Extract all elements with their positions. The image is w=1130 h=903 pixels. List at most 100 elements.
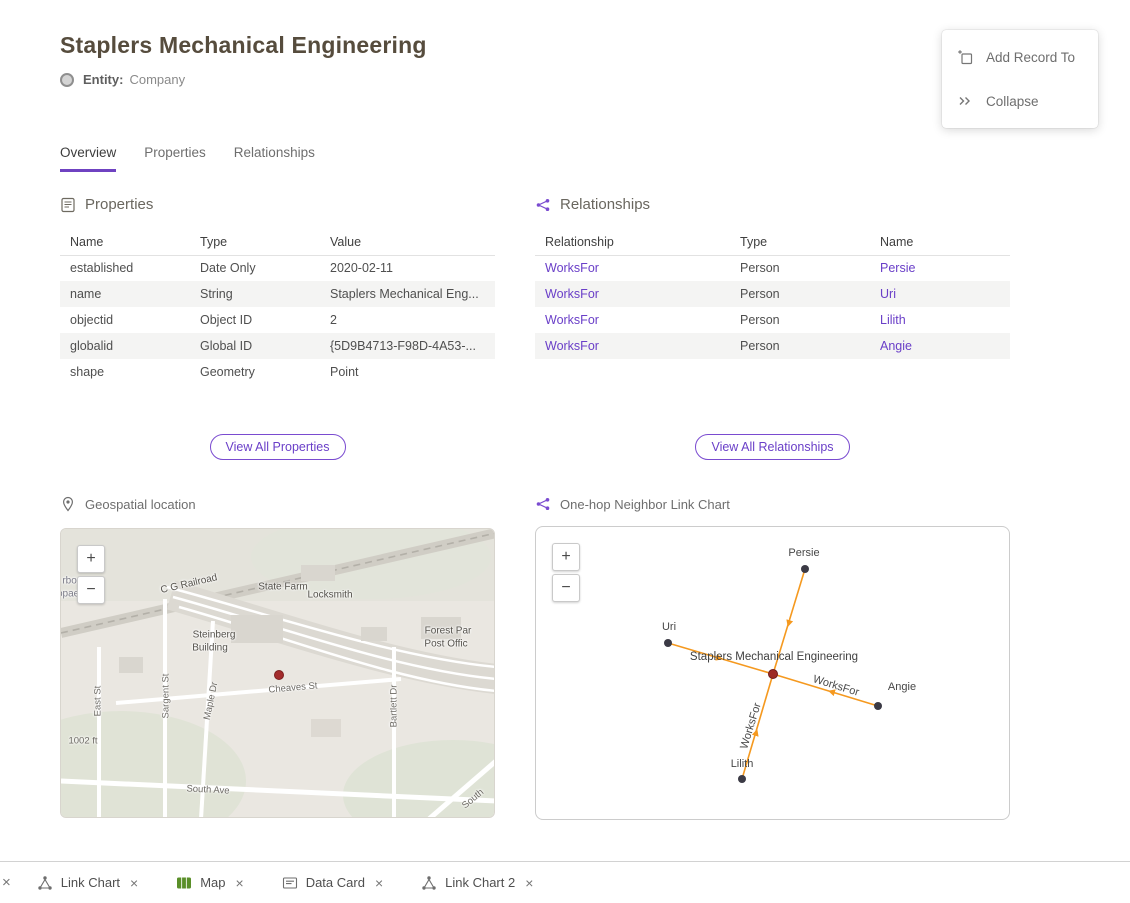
add-record-icon [957, 49, 973, 65]
view-all-properties-button[interactable]: View All Properties [210, 434, 346, 460]
collapse-icon [957, 93, 973, 109]
bottom-tab-link-chart-2[interactable]: Link Chart 2 × [421, 875, 535, 891]
entity-link[interactable]: Uri [880, 287, 896, 301]
section-title: One-hop Neighbor Link Chart [560, 497, 730, 512]
map-label: Locksmith [307, 590, 352, 601]
prop-name: objectid [60, 307, 190, 333]
col-header-name: Name [870, 229, 1010, 255]
close-icon[interactable]: × [234, 875, 246, 891]
bottom-tab-link-chart[interactable]: Link Chart × [37, 875, 140, 891]
table-header-row: Name Type Value [60, 229, 495, 255]
link-chart-zoom-controls: + − [552, 543, 580, 602]
relationships-section-header: Relationships [535, 196, 650, 213]
close-icon[interactable]: × [373, 875, 385, 891]
prop-type: Global ID [190, 333, 320, 359]
prop-type: Object ID [190, 307, 320, 333]
map-canvas[interactable] [61, 529, 495, 818]
table-row: WorksFor Person Angie [535, 333, 1010, 359]
tab-relationships[interactable]: Relationships [234, 145, 315, 172]
rel-type: Person [730, 281, 870, 307]
one-hop-section-header: One-hop Neighbor Link Chart [535, 496, 730, 512]
node-label: Persie [788, 547, 819, 559]
prop-name: globalid [60, 333, 190, 359]
properties-section-header: Properties [60, 196, 153, 213]
entity-label: Entity: [83, 72, 123, 87]
bottom-tab-data-card[interactable]: Data Card × [282, 875, 385, 891]
col-header-type: Type [730, 229, 870, 255]
col-header-name: Name [60, 229, 190, 255]
relationship-link[interactable]: WorksFor [545, 313, 599, 327]
bottom-tab-map[interactable]: Map × [176, 875, 245, 891]
table-row: established Date Only 2020-02-11 [60, 255, 495, 281]
prop-type: Geometry [190, 359, 320, 385]
map-label: South Ave [186, 783, 230, 796]
tab-label: Link Chart 2 [445, 875, 515, 890]
context-menu: Add Record To Collapse [942, 30, 1098, 128]
prop-value: Staplers Mechanical Eng... [320, 281, 495, 307]
col-header-relationship: Relationship [535, 229, 730, 255]
link-chart-icon [37, 875, 53, 891]
map-label: Sargent St [161, 674, 172, 719]
zoom-in-button[interactable]: + [552, 543, 580, 571]
prop-name: shape [60, 359, 190, 385]
card-tabs: Overview Properties Relationships [60, 145, 315, 172]
relationship-link[interactable]: WorksFor [545, 261, 599, 275]
map-view[interactable]: C G Railroad State Farm Locksmith Steinb… [60, 528, 495, 818]
close-icon[interactable]: × [128, 875, 140, 891]
menu-item-add-record-to[interactable]: Add Record To [942, 35, 1098, 79]
relationship-link[interactable]: WorksFor [545, 339, 599, 353]
link-chart-view[interactable]: Persie Uri Lilith Angie Staplers Mechani… [535, 526, 1010, 820]
prop-value: Point [320, 359, 495, 385]
rel-type: Person [730, 333, 870, 359]
map-label: Steinberg [193, 630, 236, 641]
node-persie[interactable] [801, 565, 809, 573]
entity-row: Entity: Company [60, 72, 427, 87]
table-header-row: Relationship Type Name [535, 229, 1010, 255]
zoom-out-button[interactable]: − [552, 574, 580, 602]
close-icon[interactable]: × [523, 875, 535, 891]
section-title: Relationships [560, 196, 650, 213]
prop-value: 2 [320, 307, 495, 333]
entity-type: Company [129, 72, 185, 87]
prop-name: established [60, 255, 190, 281]
node-center-company[interactable] [769, 670, 778, 679]
node-lilith[interactable] [738, 775, 746, 783]
map-label: Bartlett Dr [389, 685, 400, 728]
menu-item-collapse[interactable]: Collapse [942, 79, 1098, 123]
zoom-out-button[interactable]: − [77, 576, 105, 604]
link-chart-icon [421, 875, 437, 891]
zoom-in-button[interactable]: + [77, 545, 105, 573]
page-title: Staplers Mechanical Engineering [60, 32, 427, 59]
data-card-icon [282, 875, 298, 891]
map-pin-icon [60, 496, 76, 512]
prop-type: String [190, 281, 320, 307]
node-angie[interactable] [874, 702, 882, 710]
close-icon[interactable]: × [2, 874, 11, 891]
relationships-icon [535, 197, 551, 213]
view-all-relationships-button[interactable]: View All Relationships [695, 434, 849, 460]
table-row: globalid Global ID {5D9B4713-F98D-4A53-.… [60, 333, 495, 359]
properties-table: Name Type Value established Date Only 20… [60, 229, 495, 385]
tab-properties[interactable]: Properties [144, 145, 206, 172]
map-label: State Farm [258, 582, 307, 593]
map-icon [176, 875, 192, 891]
entity-link[interactable]: Persie [880, 261, 915, 275]
rel-type: Person [730, 307, 870, 333]
entity-link[interactable]: Lilith [880, 313, 906, 327]
map-label: Forest Par [425, 626, 472, 637]
link-chart-icon [535, 496, 551, 512]
table-row: shape Geometry Point [60, 359, 495, 385]
link-chart-canvas[interactable] [536, 527, 1010, 820]
tab-overview[interactable]: Overview [60, 145, 116, 172]
menu-item-label: Collapse [986, 94, 1039, 109]
properties-icon [60, 197, 76, 213]
map-marker[interactable] [275, 671, 284, 680]
node-uri[interactable] [664, 639, 672, 647]
map-zoom-controls: + − [77, 545, 105, 604]
bottom-tab-bar: × Link Chart × Map × Data Card × [0, 861, 1130, 903]
node-label: Lilith [731, 758, 754, 770]
map-label: East St [93, 686, 104, 717]
relationship-link[interactable]: WorksFor [545, 287, 599, 301]
tab-label: Map [200, 875, 225, 890]
entity-link[interactable]: Angie [880, 339, 912, 353]
